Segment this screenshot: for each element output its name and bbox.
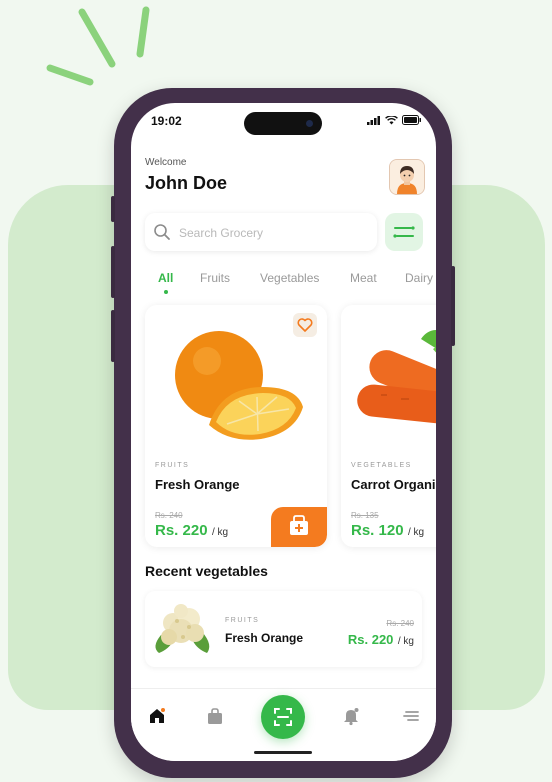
scan-button[interactable] bbox=[261, 695, 305, 739]
avatar[interactable] bbox=[389, 159, 425, 195]
status-icons bbox=[367, 115, 422, 125]
product-price-row: Rs. 120 / kg bbox=[351, 522, 424, 540]
filter-icon bbox=[393, 226, 415, 238]
camera-dot bbox=[306, 120, 313, 127]
signal-icon bbox=[367, 115, 380, 125]
filter-button[interactable] bbox=[385, 213, 423, 251]
user-avatar-icon bbox=[390, 160, 424, 194]
favorite-button[interactable] bbox=[293, 313, 317, 337]
item-name: Fresh Orange bbox=[225, 631, 304, 645]
product-name: Fresh Orange bbox=[155, 477, 240, 492]
tab-fruits[interactable]: Fruits bbox=[200, 271, 230, 285]
item-price: Rs. 220 bbox=[347, 632, 394, 647]
phone-side-button bbox=[111, 196, 115, 222]
product-old-price: Rs. 240 bbox=[155, 511, 183, 520]
status-time: 19:02 bbox=[151, 114, 182, 128]
category-tabs: All Fruits Vegetables Meat Dairy bbox=[145, 271, 436, 295]
phone-frame: 19:02 Welcome John Doe Search Grocery Al… bbox=[111, 88, 455, 778]
menu-icon[interactable] bbox=[401, 706, 421, 726]
phone-volume-down bbox=[111, 310, 115, 362]
carrot-image bbox=[357, 330, 436, 424]
product-unit: / kg bbox=[408, 527, 425, 538]
product-price: Rs. 120 bbox=[351, 522, 404, 539]
product-price: Rs. 220 bbox=[155, 522, 208, 539]
item-unit: / kg bbox=[397, 636, 414, 647]
product-name: Carrot Organic bbox=[351, 477, 436, 492]
phone-volume-up bbox=[111, 246, 115, 298]
product-category: FRUITS bbox=[155, 462, 190, 469]
welcome-label: Welcome bbox=[145, 157, 187, 168]
item-category: FRUITS bbox=[225, 617, 260, 624]
active-tab-indicator bbox=[164, 290, 168, 294]
bag-icon[interactable] bbox=[205, 706, 225, 726]
product-category: VEGETABLES bbox=[351, 462, 412, 469]
product-card[interactable]: VEGETABLES Carrot Organic Rs. 135 Rs. 12… bbox=[341, 305, 436, 547]
scan-icon bbox=[274, 708, 292, 726]
item-old-price: Rs. 240 bbox=[386, 619, 414, 628]
bag-plus-icon bbox=[290, 515, 308, 535]
dynamic-island bbox=[244, 112, 322, 135]
sparkle-rays-decoration bbox=[46, 6, 150, 86]
orange-image bbox=[175, 331, 303, 440]
tab-vegetables[interactable]: Vegetables bbox=[260, 271, 319, 285]
home-icon[interactable] bbox=[147, 706, 167, 726]
product-old-price: Rs. 135 bbox=[351, 511, 379, 520]
tab-dairy[interactable]: Dairy bbox=[405, 271, 433, 285]
add-to-cart-button[interactable] bbox=[271, 507, 327, 547]
user-name: John Doe bbox=[145, 173, 228, 193]
tab-all[interactable]: All bbox=[158, 271, 173, 285]
section-title: Recent vegetables bbox=[145, 563, 268, 579]
app-screen: 19:02 Welcome John Doe Search Grocery Al… bbox=[131, 103, 436, 761]
search-input[interactable] bbox=[177, 221, 371, 245]
cauliflower-image bbox=[155, 604, 210, 653]
product-card[interactable]: FRUITS Fresh Orange Rs. 240 Rs. 220 / kg bbox=[145, 305, 327, 547]
item-price-row: Rs. 220 / kg bbox=[348, 631, 414, 649]
search-bar bbox=[145, 213, 377, 251]
list-item[interactable]: FRUITS Fresh Orange Rs. 240 Rs. 220 / kg bbox=[145, 591, 422, 667]
home-indicator bbox=[254, 751, 312, 754]
bell-icon[interactable] bbox=[341, 706, 361, 726]
wifi-icon bbox=[385, 115, 398, 124]
heart-icon bbox=[297, 318, 313, 332]
bottom-navigation bbox=[131, 688, 436, 761]
phone-power-button bbox=[451, 266, 455, 346]
search-icon bbox=[154, 224, 170, 240]
product-unit: / kg bbox=[212, 527, 229, 538]
battery-icon bbox=[402, 115, 421, 125]
product-price-row: Rs. 220 / kg bbox=[155, 522, 228, 540]
tab-meat[interactable]: Meat bbox=[350, 271, 377, 285]
